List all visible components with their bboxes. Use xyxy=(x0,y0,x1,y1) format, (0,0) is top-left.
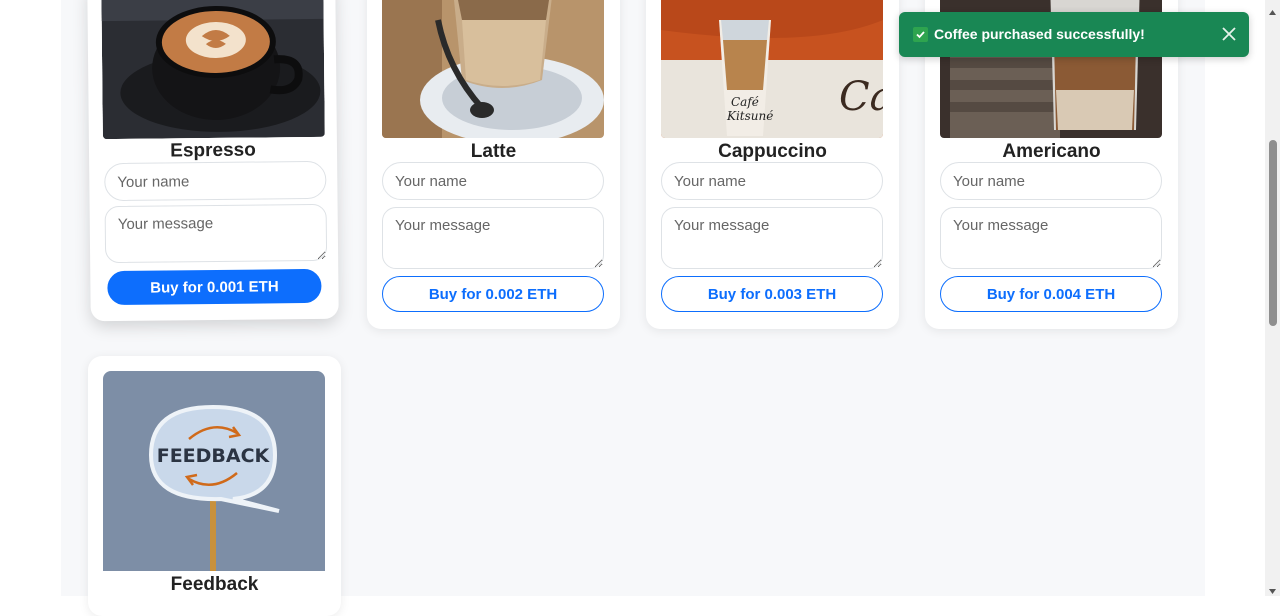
name-input[interactable] xyxy=(661,162,883,200)
product-card-latte: Latte Buy for 0.002 ETH xyxy=(367,0,620,329)
scroll-thumb[interactable] xyxy=(1269,140,1277,326)
buy-button[interactable]: Buy for 0.001 ETH xyxy=(107,268,322,306)
buy-button[interactable]: Buy for 0.002 ETH xyxy=(382,276,604,312)
latte-image xyxy=(382,0,604,138)
feedback-image-text: FEEDBACK xyxy=(157,445,271,467)
message-input[interactable] xyxy=(940,207,1162,269)
svg-text:Café: Café xyxy=(731,95,759,109)
scroll-up-arrow-icon[interactable] xyxy=(1268,4,1277,15)
cappuccino-image: Ca Café Kitsuné xyxy=(661,0,883,138)
product-card-espresso: Espresso Buy for 0.001 ETH xyxy=(87,0,339,322)
name-input[interactable] xyxy=(940,162,1162,200)
svg-text:Ca: Ca xyxy=(839,74,883,120)
toast-message: Coffee purchased successfully! xyxy=(934,26,1145,42)
scroll-down-arrow-icon[interactable] xyxy=(1268,583,1277,594)
check-icon xyxy=(913,27,928,42)
vertical-scrollbar[interactable] xyxy=(1265,0,1280,596)
close-icon[interactable] xyxy=(1217,22,1241,46)
product-title: Latte xyxy=(470,141,517,162)
buy-button[interactable]: Buy for 0.003 ETH xyxy=(661,276,883,312)
product-title: Cappuccino xyxy=(718,141,827,162)
product-title: Espresso xyxy=(170,139,256,162)
message-input[interactable] xyxy=(382,207,604,269)
name-input[interactable] xyxy=(104,160,327,202)
buy-button[interactable]: Buy for 0.004 ETH xyxy=(940,276,1162,312)
feedback-image: FEEDBACK xyxy=(103,371,325,571)
name-input[interactable] xyxy=(382,162,604,200)
success-toast: Coffee purchased successfully! xyxy=(899,12,1249,57)
svg-text:Kitsuné: Kitsuné xyxy=(726,109,773,123)
message-input[interactable] xyxy=(104,203,328,264)
feedback-title: Feedback xyxy=(170,574,259,595)
message-input[interactable] xyxy=(661,207,883,269)
espresso-image xyxy=(101,0,325,140)
product-title: Americano xyxy=(1002,141,1101,162)
product-card-cappuccino: Ca Café Kitsuné Cappuccino Buy for 0.003… xyxy=(646,0,899,329)
feedback-card: FEEDBACK Feedback xyxy=(88,356,341,616)
